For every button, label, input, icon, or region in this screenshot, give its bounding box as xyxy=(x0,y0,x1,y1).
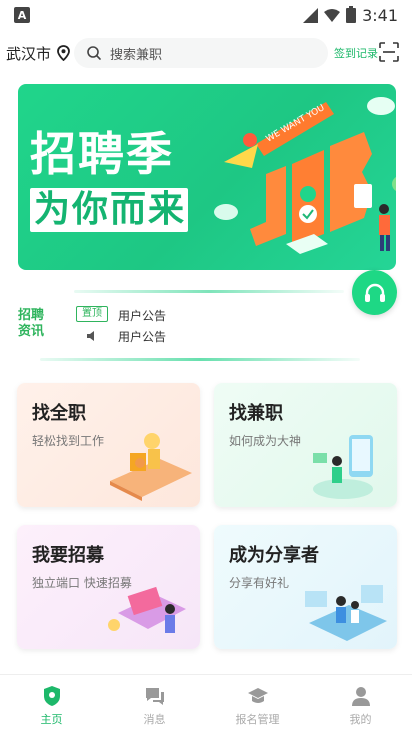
announcement-section: 招聘 资讯 置顶 用户公告 用户公告 xyxy=(18,288,360,362)
promo-banner[interactable]: 招聘季 为你而来 WE WANT YOU xyxy=(18,84,396,270)
pinned-badge: 置顶 xyxy=(76,306,108,322)
customer-service-button[interactable] xyxy=(352,270,397,315)
coins-book-illustration-icon xyxy=(110,433,192,501)
signin-record-link[interactable]: 签到记录 xyxy=(334,45,378,61)
banner-title: 招聘季 xyxy=(30,127,174,181)
recruit-illustration-icon xyxy=(108,586,186,633)
nav-profile[interactable]: 我的 xyxy=(309,675,412,732)
status-time: 3:41 xyxy=(362,5,398,25)
search-icon xyxy=(87,46,101,60)
divider xyxy=(74,290,344,293)
status-bar: A 3:41 xyxy=(0,0,412,30)
banner-subtitle: 为你而来 xyxy=(34,189,187,230)
card-title: 我要招募 xyxy=(32,545,104,566)
bottom-navigation: 主页 消息 报名管理 我的 xyxy=(0,674,412,732)
phone-people-illustration-icon xyxy=(313,435,373,499)
speaker-icon xyxy=(87,331,94,341)
city-selector[interactable]: 武汉市 xyxy=(6,43,70,64)
app-notification-icon: A xyxy=(14,7,30,23)
chat-icon xyxy=(145,688,164,705)
card-subtitle: 轻松找到工作 xyxy=(32,434,105,448)
scan-icon[interactable] xyxy=(379,42,399,62)
divider xyxy=(40,358,360,361)
news-logo: 招聘 资讯 xyxy=(18,308,45,339)
card-title: 成为分享者 xyxy=(229,545,319,566)
recruit-card[interactable]: 我要招募 独立端口 快速招募 xyxy=(17,525,200,649)
sharing-illustration-icon xyxy=(305,585,387,641)
nav-home[interactable]: 主页 xyxy=(0,675,103,732)
top-header: 武汉市 搜索兼职 签到记录 xyxy=(0,36,412,70)
nav-registration[interactable]: 报名管理 xyxy=(206,675,309,732)
cell-signal-icon xyxy=(303,7,319,23)
location-pin-icon xyxy=(57,45,70,61)
search-placeholder: 搜索兼职 xyxy=(110,47,163,63)
nav-label: 消息 xyxy=(143,713,166,726)
nav-messages[interactable]: 消息 xyxy=(103,675,206,732)
wifi-icon xyxy=(324,9,341,22)
graduation-cap-icon xyxy=(247,688,268,703)
card-title: 找兼职 xyxy=(229,403,283,424)
card-subtitle: 分享有好礼 xyxy=(229,576,290,590)
become-sharer-card[interactable]: 成为分享者 分享有好礼 xyxy=(214,525,397,649)
job-illustration-icon: WE WANT YOU xyxy=(214,97,396,254)
nav-label: 我的 xyxy=(349,713,372,726)
nav-label: 主页 xyxy=(40,713,63,726)
headset-icon xyxy=(364,283,385,302)
announcement-item[interactable]: 用户公告 xyxy=(118,307,166,324)
search-input[interactable]: 搜索兼职 xyxy=(74,38,328,68)
announcement-item[interactable]: 用户公告 xyxy=(118,328,166,345)
nav-label: 报名管理 xyxy=(235,713,280,726)
card-title: 找全职 xyxy=(32,403,86,424)
card-subtitle: 如何成为大神 xyxy=(229,434,302,448)
home-shield-icon xyxy=(43,686,60,706)
city-label: 武汉市 xyxy=(6,44,52,63)
find-parttime-card[interactable]: 找兼职 如何成为大神 xyxy=(214,383,397,507)
find-fulltime-card[interactable]: 找全职 轻松找到工作 xyxy=(17,383,200,507)
user-icon xyxy=(351,687,370,706)
battery-icon xyxy=(346,5,357,23)
